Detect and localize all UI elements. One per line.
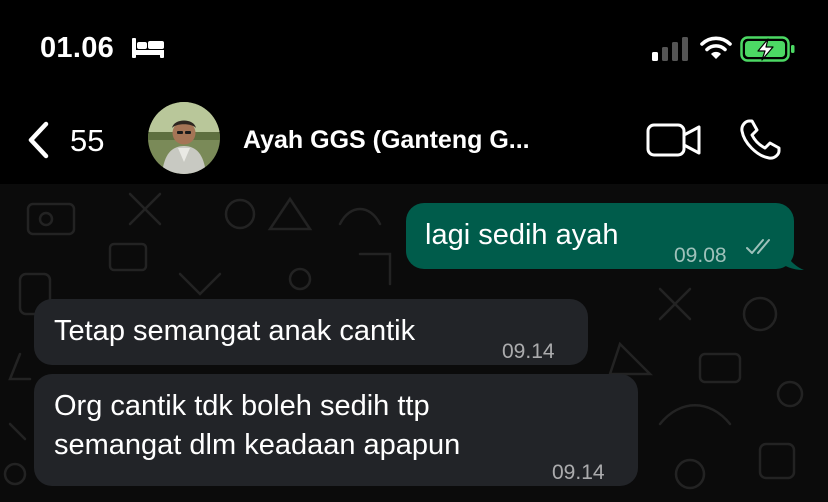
message-time: 09.14 xyxy=(552,461,605,484)
wifi-icon xyxy=(700,36,732,59)
chat-area[interactable]: lagi sedih ayah 09.08 Tetap semangat ana… xyxy=(0,184,828,502)
bed-icon xyxy=(132,38,164,58)
message-text-line-1: Org cantik tdk boleh sedih ttp xyxy=(54,390,430,422)
signal-icon xyxy=(652,37,688,61)
message-text: lagi sedih ayah xyxy=(425,219,619,251)
chat-header: 55 Ayah GGS (Ganteng G... xyxy=(0,96,828,184)
chevron-left-icon[interactable] xyxy=(24,119,54,161)
message-text: Tetap semangat anak cantik xyxy=(54,315,416,347)
outgoing-message-bubble[interactable]: lagi sedih ayah 09.08 xyxy=(406,203,794,269)
back-unread-count[interactable]: 55 xyxy=(70,123,104,159)
bubble-tail xyxy=(780,242,804,270)
avatar[interactable] xyxy=(148,102,220,174)
message-time: 09.08 xyxy=(674,244,727,267)
status-bar: 01.06 xyxy=(0,0,828,96)
status-time: 01.06 xyxy=(40,32,115,64)
double-check-read-icon xyxy=(746,239,770,254)
phone-icon[interactable] xyxy=(738,118,782,162)
incoming-message-bubble[interactable]: Tetap semangat anak cantik 09.14 xyxy=(34,299,588,365)
video-camera-icon[interactable] xyxy=(646,122,702,158)
battery-charging-icon xyxy=(740,36,795,62)
message-time: 09.14 xyxy=(502,340,555,363)
message-text-line-2: semangat dlm keadaan apapun xyxy=(54,429,461,461)
incoming-message-bubble[interactable]: Org cantik tdk boleh sedih ttp semangat … xyxy=(34,374,638,486)
contact-name[interactable]: Ayah GGS (Ganteng G... xyxy=(243,126,530,155)
